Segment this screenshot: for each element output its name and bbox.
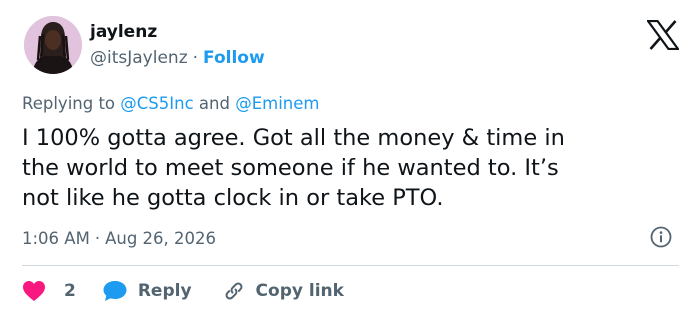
author-handle-line: @itsJaylenz · Follow [90,48,265,68]
tweet-text-line: I 100% gotta agree. Got all the money & … [22,125,565,151]
author-name[interactable]: jaylenz [90,22,157,42]
copy-link-label: Copy link [255,281,344,301]
link-icon [225,282,243,300]
like-button[interactable]: 2 [22,280,76,302]
tweet-text: I 100% gotta agree. Got all the money & … [22,123,672,213]
tweet-time[interactable]: 1:06 AM [22,229,90,248]
speech-bubble-icon [103,281,127,301]
handle-separator: · [192,48,199,68]
reply-context: Replying to @CS5Inc and @Eminem [22,94,319,113]
copy-link-button[interactable]: Copy link [222,279,344,303]
like-count: 2 [64,281,76,301]
tweet-timestamp[interactable]: 1:06 AM · Aug 26, 2026 [22,229,216,248]
reply-label: Reply [137,281,192,301]
timestamp-separator: · [94,229,101,248]
tweet-text-line: not like he gotta clock in or take PTO. [22,185,444,211]
mention-cs5inc[interactable]: @CS5Inc [120,94,193,113]
action-bar: 2 Reply Copy link [22,277,344,305]
x-logo-icon[interactable] [645,19,681,51]
mention-eminem[interactable]: @Eminem [235,94,319,113]
reply-context-conjunction: and [198,94,230,113]
info-icon[interactable] [650,226,672,248]
avatar-image [24,16,82,74]
avatar[interactable] [24,16,82,74]
reply-context-prefix: Replying to [22,94,116,113]
tweet-date[interactable]: Aug 26, 2026 [105,229,216,248]
follow-button[interactable]: Follow [203,48,265,68]
tweet-text-line: the world to meet someone if he wanted t… [22,155,559,181]
divider [22,265,679,266]
author-handle[interactable]: @itsJaylenz [90,48,188,68]
heart-icon [23,281,45,301]
reply-button[interactable]: Reply [102,279,192,303]
